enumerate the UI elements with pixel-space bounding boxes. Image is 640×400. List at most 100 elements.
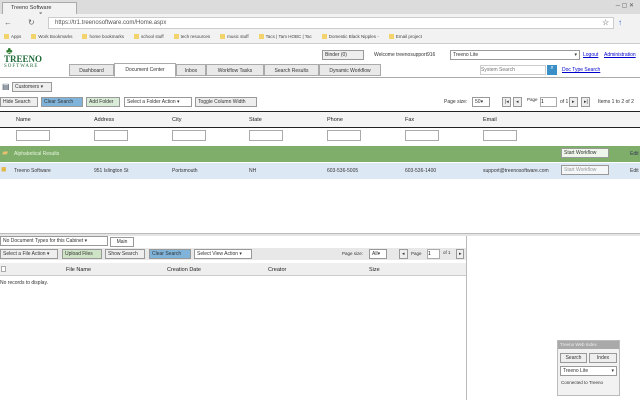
window-controls[interactable]: ─ ▢ ✕ bbox=[616, 2, 634, 9]
last-page-button[interactable]: ▸| bbox=[581, 97, 590, 107]
filter-address[interactable] bbox=[94, 130, 128, 141]
treeno-logo: ♣ TREENO SOFTWARE bbox=[4, 46, 60, 80]
hide-search-button[interactable]: Hide Search bbox=[0, 97, 38, 107]
browser-tab[interactable]: Treeno Software × bbox=[2, 2, 77, 17]
select-all-checkbox[interactable] bbox=[1, 266, 6, 272]
toggle-column-width-button[interactable]: Toggle Column Width bbox=[195, 97, 257, 107]
column-header-phone[interactable]: Phone bbox=[327, 117, 343, 123]
next-page-button[interactable]: ▸ bbox=[456, 249, 464, 259]
edit-link[interactable]: Edit bbox=[630, 151, 639, 157]
widget-status: Connected to Treeno bbox=[561, 380, 604, 385]
filter-phone[interactable] bbox=[327, 130, 361, 141]
column-header-creator[interactable]: Creator bbox=[268, 267, 286, 273]
bookmark[interactable]: school stuff bbox=[134, 34, 164, 41]
tab-main[interactable]: Main bbox=[110, 237, 134, 247]
administration-link[interactable]: Administration bbox=[604, 52, 636, 58]
cell-address: 951 Islington St bbox=[94, 168, 129, 174]
prev-page-button[interactable]: ◂ bbox=[399, 249, 408, 259]
cabinet-select-value: Treeno Lite bbox=[453, 52, 479, 58]
page-size-select[interactable]: 50▾ bbox=[472, 97, 490, 107]
group-row-label: Alphabetical Results bbox=[14, 151, 60, 157]
view-action-dropdown[interactable]: Select View Action ▾ bbox=[194, 249, 252, 259]
url-input[interactable]: https://tr1.treenosoftware.com/Home.aspx bbox=[48, 17, 614, 29]
widget-cabinet-select[interactable]: Treeno Lite ▾ bbox=[560, 366, 617, 376]
page-size-label: Page size: bbox=[444, 99, 468, 105]
folder-icon: ■ bbox=[1, 164, 7, 174]
bookmark[interactable]: Work Bookmarks bbox=[31, 34, 72, 41]
divider bbox=[0, 77, 640, 78]
widget-index-button[interactable]: Index bbox=[589, 353, 617, 363]
filter-email[interactable] bbox=[483, 130, 517, 141]
group-row[interactable] bbox=[0, 146, 640, 162]
start-workflow-button[interactable]: Start Workflow bbox=[561, 148, 609, 158]
column-header-fax[interactable]: Fax bbox=[405, 117, 414, 123]
next-page-button[interactable]: ▸ bbox=[569, 97, 578, 107]
filter-name[interactable] bbox=[16, 130, 50, 141]
column-header-email[interactable]: Email bbox=[483, 117, 497, 123]
column-header-size[interactable]: Size bbox=[369, 267, 380, 273]
document-type-dropdown[interactable]: No Document Types for this Cabinet ▾ bbox=[0, 236, 108, 246]
cell-city: Portsmouth bbox=[172, 168, 198, 174]
filter-city[interactable] bbox=[172, 130, 206, 141]
show-search-button[interactable]: Show Search bbox=[105, 249, 145, 259]
cell-name[interactable]: Treeno Software bbox=[14, 168, 51, 174]
column-header-name[interactable]: Name bbox=[16, 117, 31, 123]
page-input[interactable] bbox=[427, 249, 440, 259]
binder-button[interactable]: Binder (0) bbox=[322, 50, 364, 60]
column-header-file-name[interactable]: File Name bbox=[66, 267, 91, 273]
cabinet-select[interactable]: Treeno Lite ▾ bbox=[450, 50, 580, 60]
add-folder-button[interactable]: Add Folder bbox=[86, 97, 120, 107]
column-header-address[interactable]: Address bbox=[94, 117, 114, 123]
page-size-select[interactable]: All▾ bbox=[369, 249, 387, 259]
cell-email: support@treenosoftware.com bbox=[483, 168, 549, 174]
upload-files-button[interactable]: Upload Files bbox=[62, 249, 102, 259]
column-header-state[interactable]: State bbox=[249, 117, 262, 123]
filter-state[interactable] bbox=[249, 130, 283, 141]
system-search-input[interactable] bbox=[480, 65, 546, 75]
logout-link[interactable]: Logout bbox=[583, 52, 598, 58]
folder-action-dropdown[interactable]: Select a Folder Action ▾ bbox=[124, 97, 192, 107]
search-icon[interactable]: ⌕ bbox=[547, 65, 557, 75]
vertical-splitter[interactable] bbox=[466, 236, 467, 400]
page-label: Page bbox=[527, 97, 538, 102]
extension-icon[interactable]: ↑ bbox=[618, 18, 622, 27]
first-page-button[interactable]: |◂ bbox=[502, 97, 511, 107]
start-workflow-button[interactable]: Start Workflow bbox=[561, 165, 609, 175]
widget-select-value: Treeno Lite bbox=[563, 368, 589, 374]
doc-type-search-link[interactable]: Doc Type Search bbox=[562, 67, 600, 73]
cabinet-dropdown[interactable]: Customers ▾ bbox=[12, 82, 52, 92]
bookmark[interactable]: music stuff bbox=[220, 34, 248, 41]
bookmark[interactable]: tech resources bbox=[174, 34, 211, 41]
page-label: Page bbox=[411, 251, 422, 256]
bookmark[interactable]: Tacs | Tam HOBC | Tac bbox=[259, 34, 312, 41]
page-input[interactable] bbox=[540, 97, 557, 107]
filter-fax[interactable] bbox=[405, 130, 439, 141]
reload-icon[interactable]: ↻ bbox=[28, 18, 35, 27]
widget-search-button[interactable]: Search bbox=[560, 353, 587, 363]
tab-dynamic-workflow[interactable]: Dynamic Workflow bbox=[319, 64, 381, 76]
items-count: Items 1 to 2 of 2 bbox=[598, 99, 634, 105]
clear-search-button[interactable]: Clear Search bbox=[41, 97, 83, 107]
bookmark[interactable]: home bookmarks bbox=[82, 34, 124, 41]
page-size-value: 50 bbox=[475, 99, 481, 105]
column-header-city[interactable]: City bbox=[172, 117, 181, 123]
bookmark[interactable]: Domestic Black Nipples - bbox=[322, 34, 379, 41]
file-action-dropdown[interactable]: Select a File Action ▾ bbox=[0, 249, 58, 259]
star-icon[interactable]: ☆ bbox=[602, 18, 609, 27]
tab-workflow-tasks[interactable]: Workflow Tasks bbox=[206, 64, 264, 76]
column-header-creation-date[interactable]: Creation Date bbox=[167, 267, 201, 273]
file-action-label: Select a File Action bbox=[3, 251, 46, 257]
back-icon[interactable]: ← bbox=[4, 18, 12, 27]
tab-document-center[interactable]: Document Center bbox=[114, 63, 176, 77]
tab-search-results[interactable]: Search Results bbox=[264, 64, 319, 76]
folder-action-label: Select a Folder Action bbox=[127, 99, 176, 105]
tab-dashboard[interactable]: Dashboard bbox=[69, 64, 114, 76]
cell-phone: 603-536-5005 bbox=[327, 168, 359, 174]
tab-inbox[interactable]: Inbox bbox=[176, 64, 206, 76]
prev-page-button[interactable]: ◂ bbox=[513, 97, 522, 107]
bookmark[interactable]: Apps bbox=[4, 34, 21, 41]
clear-search-button[interactable]: Clear Search bbox=[149, 249, 191, 259]
bookmark[interactable]: Email project bbox=[389, 34, 422, 41]
page-size-value: All bbox=[372, 251, 378, 257]
edit-link[interactable]: Edit bbox=[630, 168, 639, 174]
